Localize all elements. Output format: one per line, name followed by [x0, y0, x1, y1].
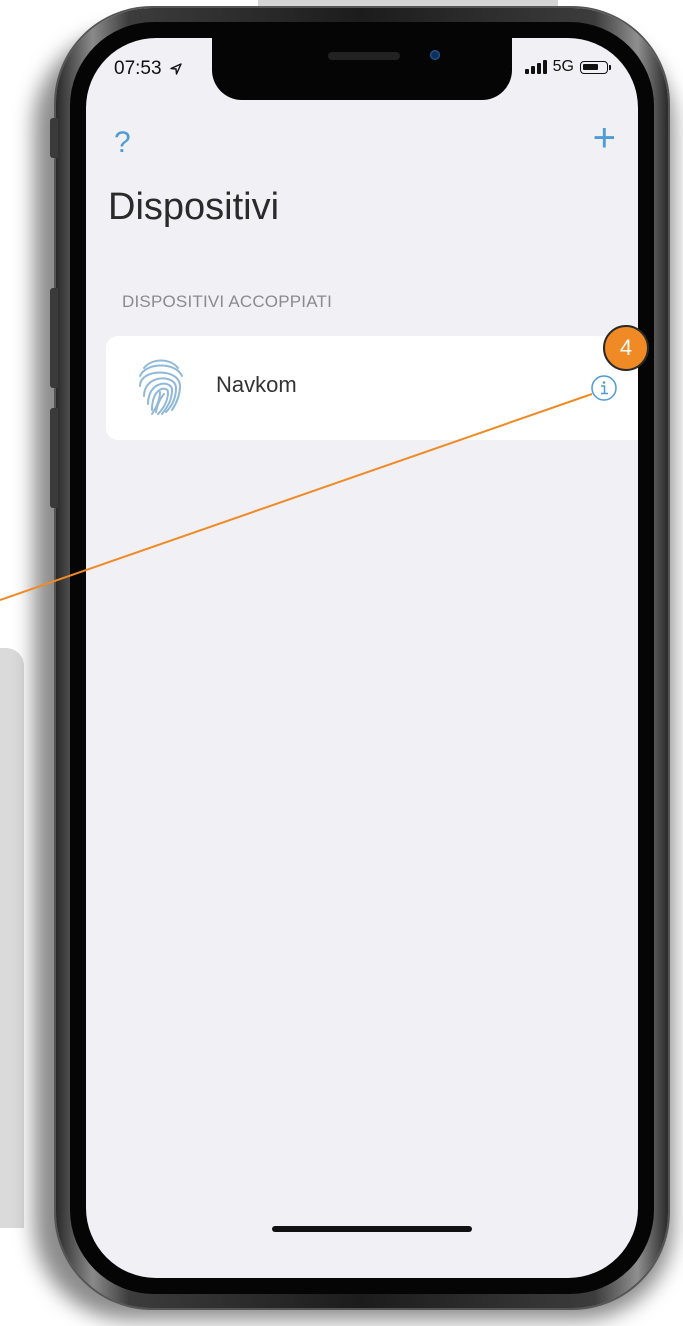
help-button[interactable]: ? — [114, 126, 131, 160]
status-indicators: 5G — [524, 58, 611, 76]
speaker-grille — [328, 52, 400, 60]
background-panel-left — [0, 648, 24, 1228]
status-time: 07:53 — [114, 58, 183, 80]
front-camera — [430, 50, 440, 60]
info-icon[interactable] — [590, 374, 618, 402]
phone-frame: 07:53 5G ? + Dispositivi DISPOSITIVI ACC… — [50, 8, 668, 1308]
add-device-button[interactable]: + — [593, 116, 616, 161]
silent-switch — [50, 118, 58, 158]
section-header: DISPOSITIVI ACCOPPIATI — [122, 292, 333, 311]
device-row[interactable]: Navkom — [106, 336, 638, 440]
volume-up-button — [50, 288, 58, 388]
status-time-text: 07:53 — [114, 58, 162, 79]
fingerprint-icon — [139, 359, 183, 415]
notch — [212, 38, 512, 100]
volume-down-button — [50, 408, 58, 508]
callout-badge: 4 — [603, 325, 649, 371]
device-name: Navkom — [216, 372, 297, 397]
location-arrow-icon — [170, 63, 182, 75]
network-type: 5G — [552, 58, 574, 75]
battery-icon — [580, 60, 611, 74]
signal-icon — [524, 60, 547, 74]
page-title: Dispositivi — [108, 186, 280, 228]
phone-screen: 07:53 5G ? + Dispositivi DISPOSITIVI ACC… — [86, 38, 638, 1278]
home-indicator[interactable] — [272, 1226, 472, 1232]
